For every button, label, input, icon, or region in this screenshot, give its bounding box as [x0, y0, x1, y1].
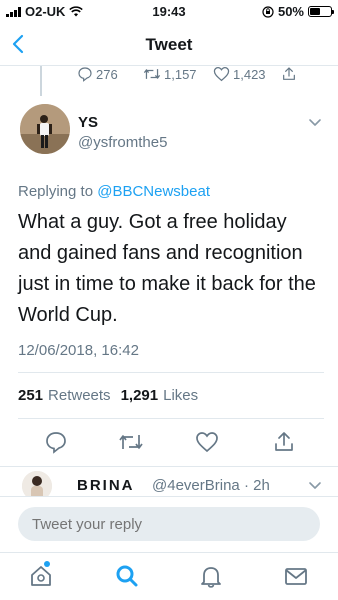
reply-icon[interactable] [44, 430, 68, 454]
like-count: 1,291 [120, 387, 159, 404]
reply-age: 2h [253, 477, 270, 494]
share-icon[interactable] [272, 430, 296, 454]
share-icon[interactable] [281, 66, 297, 82]
replying-to: Replying to @BBCNewsbeat [18, 183, 210, 200]
author-name[interactable]: YS [78, 114, 98, 131]
reply-tweet[interactable]: BRINA @4everBrina · 2h [0, 466, 338, 496]
author-handle[interactable]: @ysfromthe5 [78, 134, 167, 151]
likes-stat[interactable]: 1,291 Likes [121, 387, 199, 404]
reply-input[interactable] [18, 507, 320, 541]
replying-to-link[interactable]: @BBCNewsbeat [97, 183, 210, 200]
status-bar: O2-UK 19:43 50% [0, 0, 338, 22]
avatar[interactable] [20, 104, 70, 154]
tweet-stats: 251 Retweets 1,291 Likes [18, 387, 202, 404]
previous-tweet-actions: 276 1,157 1,423 [0, 66, 338, 96]
orientation-lock-icon [262, 5, 274, 18]
prev-like-count: 1,423 [233, 66, 266, 82]
messages-icon[interactable] [283, 563, 309, 589]
prev-retweet-count: 1,157 [164, 66, 197, 82]
tab-bar [0, 552, 338, 600]
prev-reply-count: 276 [96, 66, 118, 82]
reply-author-handle: @4everBrina [152, 477, 240, 494]
divider [18, 418, 324, 419]
reply-icon [78, 67, 92, 82]
tweet-text: What a guy. Got a free holiday and gaine… [18, 211, 316, 326]
battery-icon [308, 6, 334, 17]
reply-meta: @4everBrina · 2h [152, 477, 270, 494]
battery-fill [310, 8, 320, 15]
retweet-count: 251 [18, 387, 44, 404]
replying-prefix: Replying to [18, 183, 94, 200]
prev-like-button[interactable]: 1,423 [213, 66, 266, 82]
retweet-icon[interactable] [118, 430, 144, 454]
tweet-actions [0, 430, 338, 454]
chevron-down-icon[interactable] [308, 481, 322, 491]
prev-retweet-button[interactable]: 1,157 [143, 66, 197, 82]
notifications-icon[interactable] [198, 563, 224, 589]
heart-icon[interactable] [195, 430, 219, 454]
retweets-stat[interactable]: 251 Retweets [18, 387, 111, 404]
like-label: Likes [163, 387, 199, 404]
retweet-label: Retweets [48, 387, 111, 404]
search-icon[interactable] [114, 563, 140, 589]
thread-line [40, 66, 42, 96]
retweet-icon [143, 69, 161, 79]
heart-icon [213, 66, 230, 82]
status-right: 50% [262, 4, 334, 19]
chevron-down-icon[interactable] [308, 118, 322, 128]
nav-bar: Tweet [0, 22, 338, 66]
compose-bar [0, 496, 338, 552]
avatar[interactable] [22, 471, 52, 496]
divider [18, 372, 324, 373]
tweet-date: 12/06/2018, 16:42 [18, 342, 139, 359]
home-icon[interactable] [28, 563, 54, 589]
prev-reply-button[interactable]: 276 [77, 66, 118, 82]
page-title: Tweet [145, 35, 193, 54]
reply-separator: · [243, 477, 249, 494]
battery-percent: 50% [277, 4, 304, 19]
tweet-header: YS @ysfromthe5 [0, 104, 338, 160]
reply-author-name[interactable]: BRINA [77, 477, 135, 494]
